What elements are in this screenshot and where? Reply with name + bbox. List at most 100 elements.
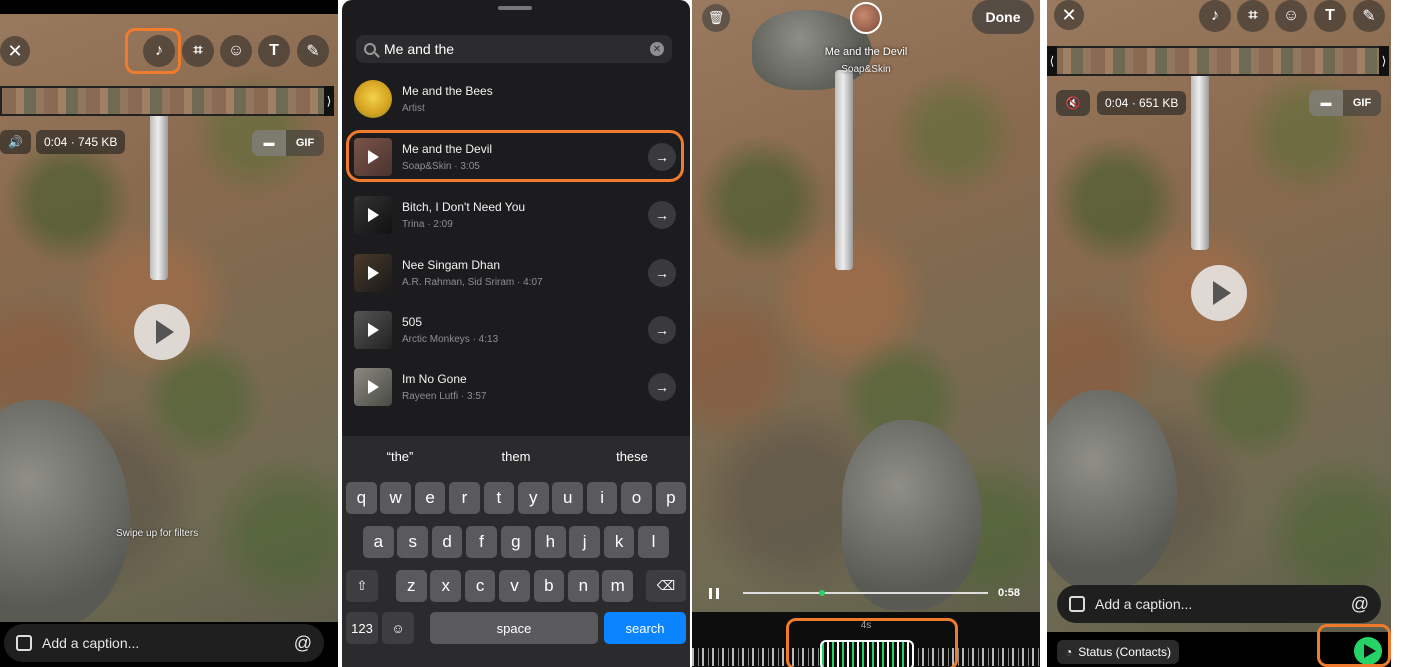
key-q[interactable]: q [346,482,377,514]
space-key[interactable]: space [430,612,598,644]
key-y[interactable]: y [518,482,549,514]
gif-mode-button[interactable]: GIF [1343,90,1381,116]
arrow-right-icon[interactable]: → [648,316,676,344]
progress-dot[interactable] [819,590,825,596]
trim-handle-left[interactable]: ⟨ [1047,46,1057,76]
key-a[interactable]: a [363,526,394,558]
key-o[interactable]: o [621,482,652,514]
trash-icon[interactable]: 🗑 [702,4,730,32]
caption-input[interactable]: Add a caption... @ [4,624,324,662]
media-icon[interactable] [1069,596,1085,612]
close-button[interactable]: ✕ [1054,0,1084,30]
pause-icon[interactable] [709,587,719,599]
key-l[interactable]: l [638,526,669,558]
song-row[interactable]: Im No Gone Rayeen Lutfi · 3:57 → [354,362,680,412]
mention-icon[interactable]: @ [1351,594,1369,615]
key-x[interactable]: x [430,570,461,602]
song-row[interactable]: Bitch, I Don't Need You Trina · 2:09 → [354,190,680,240]
close-button[interactable]: ✕ [0,36,30,66]
music-icon[interactable]: ♪ [1199,0,1231,32]
arrow-right-icon[interactable]: → [648,201,676,229]
play-button[interactable] [1191,265,1247,321]
key-c[interactable]: c [464,570,496,602]
key-b[interactable]: b [533,570,565,602]
video-filmstrip[interactable]: ⟩ [0,86,334,116]
key-d[interactable]: d [431,526,463,558]
song-subtitle: Trina · 2:09 [402,219,453,230]
text-icon[interactable]: T [258,35,290,67]
mute-icon[interactable]: 🔇 [1056,90,1090,116]
music-search-panel: Me and the ✕ Me and the Bees Artist Me a… [342,0,690,667]
key-k[interactable]: k [603,526,635,558]
delete-key[interactable]: ⌫ [646,570,686,602]
key-p[interactable]: p [655,482,687,514]
pencil-icon[interactable]: ✎ [1353,0,1385,32]
song-row[interactable]: Me and the Bees Artist [354,74,680,124]
key-n[interactable]: n [568,570,599,602]
song-row[interactable]: Nee Singam Dhan A.R. Rahman, Sid Sriram … [354,248,680,298]
volume-icon[interactable]: 🔊 [0,130,31,154]
suggestion[interactable]: them [458,436,574,476]
album-art [354,196,392,234]
caption-input[interactable]: Add a caption... @ [1057,585,1381,623]
sticker-icon[interactable]: ☺ [1275,0,1307,32]
media-icon[interactable] [16,635,32,651]
video-mode-icon[interactable]: ▬ [252,130,286,156]
done-button[interactable]: Done [972,0,1034,34]
send-icon[interactable] [1354,637,1382,665]
text-icon[interactable]: T [1314,0,1346,32]
video-mode-icon[interactable]: ▬ [1309,90,1343,116]
play-icon[interactable] [368,208,379,222]
shift-key[interactable]: ⇧ [346,570,378,602]
key-w[interactable]: w [380,482,411,514]
key-z[interactable]: z [396,570,427,602]
song-row[interactable]: 505 Arctic Monkeys · 4:13 → [354,305,680,355]
progress-track[interactable] [743,590,988,596]
music-trim-panel: 🗑 Done Me and the Devil Soap&Skin 0:58 4… [692,0,1040,667]
mode-toggle[interactable]: ▬ GIF [252,130,324,156]
emoji-icon[interactable]: ☺ [382,612,414,644]
gif-mode-button[interactable]: GIF [286,130,324,156]
mode-toggle[interactable]: ▬ GIF [1309,90,1381,116]
crop-icon[interactable]: ⌗ [1237,0,1269,32]
pencil-icon[interactable]: ✎ [297,35,329,67]
play-button[interactable] [134,304,190,360]
key-i[interactable]: i [586,482,618,514]
key-f[interactable]: f [466,526,497,558]
sticker-icon[interactable]: ☺ [220,35,252,67]
clear-icon[interactable]: ✕ [650,42,664,56]
key-u[interactable]: u [552,482,583,514]
song-subtitle: A.R. Rahman, Sid Sriram · 4:07 [402,277,543,288]
waveform-selection[interactable] [820,640,914,667]
play-icon[interactable] [368,380,379,394]
play-icon[interactable] [368,150,379,164]
crop-icon[interactable]: ⌗ [182,35,214,67]
suggestion[interactable]: these [574,436,690,476]
trim-handle-right[interactable]: ⟩ [1379,46,1389,76]
arrow-right-icon[interactable]: → [648,373,676,401]
key-g[interactable]: g [500,526,532,558]
play-icon[interactable] [368,323,379,337]
key-s[interactable]: s [397,526,428,558]
music-search-input[interactable]: Me and the ✕ [356,35,672,63]
key-e[interactable]: e [414,482,446,514]
key-m[interactable]: m [602,570,633,602]
music-icon[interactable]: ♪ [143,35,175,67]
key-r[interactable]: r [449,482,480,514]
numbers-key[interactable]: 123 [346,612,378,644]
key-j[interactable]: j [569,526,600,558]
mention-icon[interactable]: @ [294,633,312,654]
video-filmstrip[interactable]: ⟨ ⟩ [1047,46,1389,76]
suggestion[interactable]: “the” [342,436,458,476]
trim-handle-right[interactable]: ⟩ [324,86,334,116]
sheet-grabber[interactable] [498,6,532,10]
key-v[interactable]: v [499,570,530,602]
play-icon[interactable] [368,266,379,280]
arrow-right-icon[interactable]: → [648,143,676,171]
arrow-right-icon[interactable]: → [648,259,676,287]
key-h[interactable]: h [535,526,566,558]
song-row[interactable]: Me and the Devil Soap&Skin · 3:05 → [354,132,680,182]
key-t[interactable]: t [483,482,515,514]
search-key[interactable]: search [604,612,686,644]
status-audience-button[interactable]: ◔ Status (Contacts) [1057,640,1179,664]
